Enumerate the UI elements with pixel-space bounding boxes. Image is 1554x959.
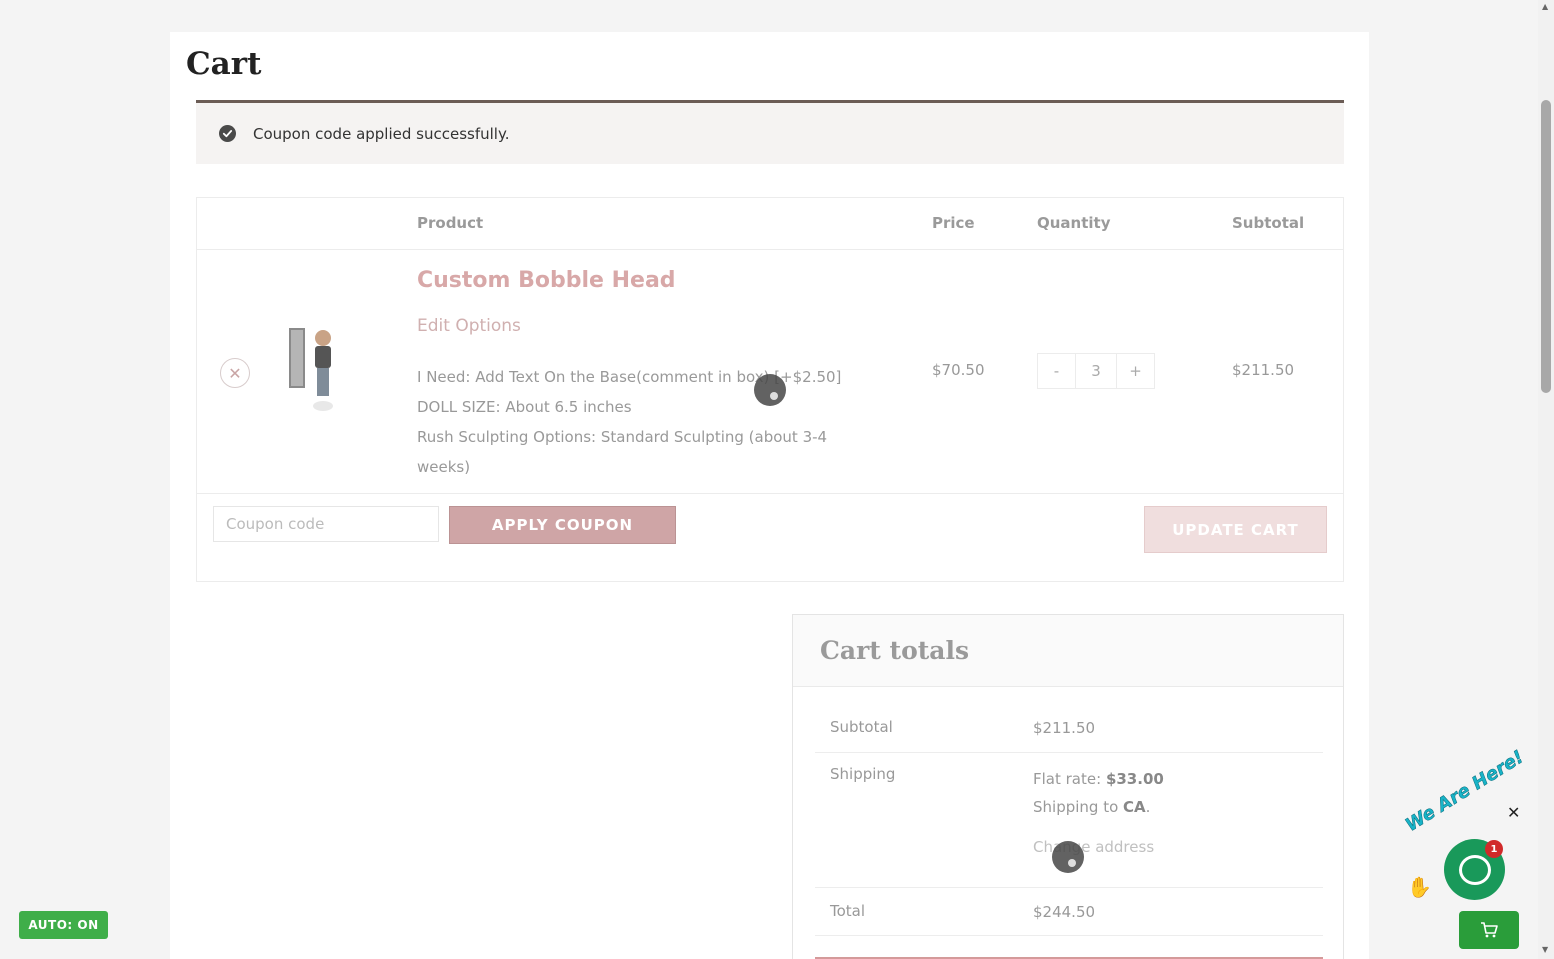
apply-coupon-button[interactable]: APPLY COUPON xyxy=(449,506,676,544)
product-thumbnail[interactable] xyxy=(289,324,341,416)
header-subtotal: Subtotal xyxy=(1232,214,1305,232)
cart-actions: APPLY COUPON UPDATE CART xyxy=(197,493,1343,583)
page-title: Cart xyxy=(186,46,262,82)
product-name-link[interactable]: Custom Bobble Head xyxy=(417,268,676,293)
page-scrollbar[interactable]: ▲ ▼ xyxy=(1538,0,1554,959)
meta-line: DOLL SIZE: About 6.5 inches xyxy=(417,398,632,416)
meta-line: Rush Sculpting Options: Standard Sculpti… xyxy=(417,428,828,476)
quantity-input[interactable]: 3 xyxy=(1075,354,1117,388)
chat-close-icon[interactable]: ✕ xyxy=(1507,803,1520,822)
total-value: $244.50 xyxy=(1033,903,1096,921)
notice-text: Coupon code applied successfully. xyxy=(253,124,510,143)
subtotal-value: $211.50 xyxy=(1033,719,1096,737)
scroll-up-icon[interactable]: ▲ xyxy=(1542,2,1548,11)
chat-banner-text: We Are Here! xyxy=(1401,746,1528,836)
cart-page: Cart Coupon code applied successfully. P… xyxy=(170,32,1369,959)
floating-cart-button[interactable] xyxy=(1459,911,1519,949)
scroll-thumb[interactable] xyxy=(1541,100,1551,393)
quantity-decrease-button[interactable]: - xyxy=(1038,354,1075,388)
chat-bubble-icon xyxy=(1458,854,1491,885)
wave-hand-icon: ✋ xyxy=(1407,875,1432,899)
item-subtotal: $211.50 xyxy=(1232,361,1295,379)
totals-row-total: Total $244.50 xyxy=(815,888,1323,936)
cursor-indicator xyxy=(754,374,786,406)
meta-line: I Need: Add Text On the Base(comment in … xyxy=(417,368,842,386)
remove-item-button[interactable]: ✕ xyxy=(220,358,250,388)
scroll-down-icon[interactable]: ▼ xyxy=(1542,945,1548,954)
edit-options-link[interactable]: Edit Options xyxy=(417,316,521,336)
quantity-increase-button[interactable]: + xyxy=(1117,354,1154,388)
shipping-destination: Shipping to CA. xyxy=(1033,798,1151,816)
check-circle-icon xyxy=(219,125,236,142)
close-icon: ✕ xyxy=(228,363,242,383)
cart-totals-title: Cart totals xyxy=(820,636,970,665)
shipping-region: CA xyxy=(1123,798,1146,816)
shipping-method: Flat rate: $33.00 xyxy=(1033,770,1164,788)
cart-totals: Cart totals Subtotal $211.50 Shipping Fl… xyxy=(792,614,1344,959)
header-product: Product xyxy=(417,214,484,232)
success-notice: Coupon code applied successfully. xyxy=(196,100,1344,164)
cart-icon xyxy=(1481,922,1498,938)
total-label: Total xyxy=(830,902,866,920)
cart-totals-header: Cart totals xyxy=(793,615,1343,687)
update-cart-button[interactable]: UPDATE CART xyxy=(1144,506,1327,553)
header-price: Price xyxy=(932,214,975,232)
cursor-indicator xyxy=(1052,841,1084,873)
shipping-details: Flat rate: $33.00 Shipping to CA. Change… xyxy=(1033,765,1164,861)
auto-mode-badge[interactable]: AUTO: ON xyxy=(19,911,108,939)
table-header: Product Price Quantity Subtotal xyxy=(197,198,1343,250)
shipping-amount: $33.00 xyxy=(1105,770,1164,788)
quantity-stepper: - 3 + xyxy=(1037,353,1155,389)
shipping-label: Shipping xyxy=(830,765,896,783)
totals-row-subtotal: Subtotal $211.50 xyxy=(815,705,1323,753)
item-price: $70.50 xyxy=(932,361,985,379)
header-quantity: Quantity xyxy=(1037,214,1111,232)
product-meta: I Need: Add Text On the Base(comment in … xyxy=(417,362,872,482)
chat-unread-badge: 1 xyxy=(1485,840,1503,858)
coupon-code-input[interactable] xyxy=(213,506,439,542)
subtotal-label: Subtotal xyxy=(830,718,893,736)
